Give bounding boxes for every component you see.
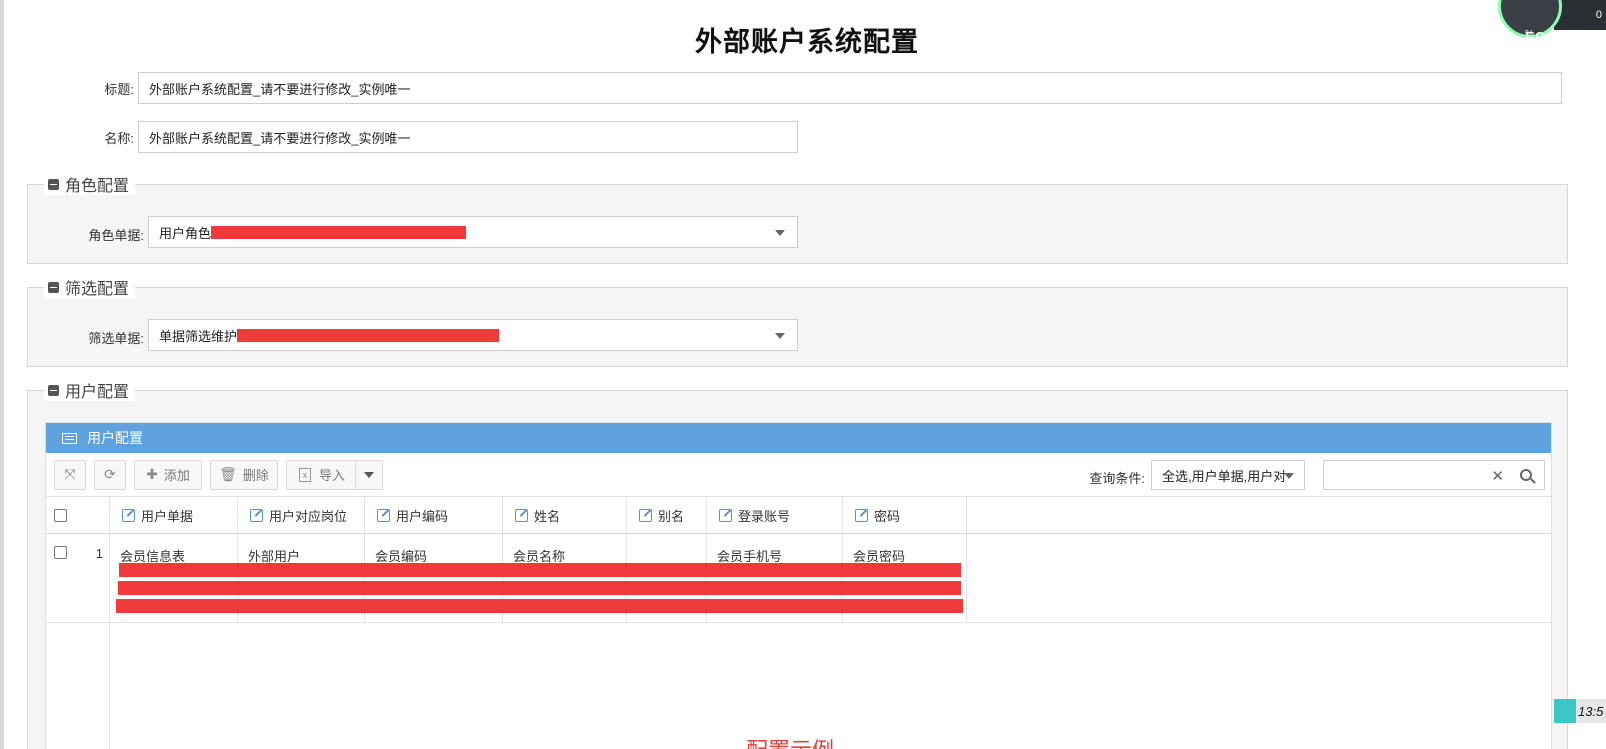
- edit-icon: [515, 508, 528, 522]
- column-divider: [109, 497, 110, 749]
- tray-icon: [1554, 699, 1576, 723]
- refresh-button[interactable]: ⟳: [94, 459, 126, 490]
- taskbar-clock[interactable]: 13:5: [1554, 699, 1606, 723]
- delete-label: 删除: [242, 468, 269, 483]
- add-button[interactable]: ✚ 添加: [134, 459, 202, 490]
- row-checkbox[interactable]: [54, 546, 67, 559]
- row-select-cell: 1: [46, 534, 110, 622]
- role-config-legend[interactable]: 角色配置: [44, 173, 136, 195]
- role-config-title: 角色配置: [65, 178, 130, 195]
- grid-toolbar: ⤧ ⟳ ✚ 添加 🗑 删除 x 导入 查询条件: 全选,用户单据,用户对 ✕: [46, 453, 1551, 497]
- collapse-icon[interactable]: [48, 384, 59, 396]
- user-config-legend[interactable]: 用户配置: [44, 379, 136, 401]
- grid-title-bar: 用户配置: [46, 423, 1551, 453]
- col-header-password[interactable]: 密码: [843, 497, 967, 533]
- col-label: 用户编码: [396, 508, 449, 524]
- trash-icon: 🗑: [219, 466, 237, 482]
- name-label: 名称:: [104, 130, 134, 146]
- clock-text: 13:5: [1578, 703, 1604, 719]
- select-all-cell: [46, 497, 110, 533]
- role-select[interactable]: 用户角色: [148, 216, 798, 248]
- title-input[interactable]: [138, 72, 1562, 104]
- grid-header: 用户单据 用户对应岗位 用户编码 姓名 别名 登录账号 密码: [46, 497, 1551, 534]
- filter-label: 筛选单据:: [88, 331, 144, 346]
- edit-icon: [250, 508, 263, 522]
- col-header-user-post[interactable]: 用户对应岗位: [238, 497, 365, 533]
- role-config-section: 角色配置 角色单据: 用户角色: [27, 173, 1568, 264]
- plus-icon: ✚: [146, 466, 158, 482]
- delete-button[interactable]: 🗑 删除: [210, 459, 278, 490]
- col-header-login[interactable]: 登录账号: [707, 497, 843, 533]
- chevron-down-icon[interactable]: [775, 333, 785, 339]
- user-config-title: 用户配置: [65, 384, 130, 401]
- collapse-icon[interactable]: [48, 281, 59, 293]
- user-config-section: 用户配置 用户配置 ⤧ ⟳ ✚ 添加 🗑 删除 x 导入 查询条件: 全选,用户…: [27, 379, 1568, 749]
- import-button[interactable]: x 导入: [287, 460, 357, 489]
- data-grid: 用户单据 用户对应岗位 用户编码 姓名 别名 登录账号 密码 1 会员信息表 外…: [46, 497, 1551, 749]
- filter-config-legend[interactable]: 筛选配置: [44, 276, 136, 298]
- clear-icon[interactable]: ✕: [1491, 467, 1504, 485]
- chevron-down-icon[interactable]: [1284, 473, 1294, 479]
- import-dropdown-button[interactable]: [356, 461, 382, 489]
- query-label: 查询条件:: [1089, 471, 1145, 486]
- query-select-value: 全选,用户单据,用户对: [1162, 468, 1287, 484]
- filter-select[interactable]: 单据筛选维护: [148, 319, 798, 351]
- user-grid-panel: 用户配置 ⤧ ⟳ ✚ 添加 🗑 删除 x 导入 查询条件: 全选,用户单据,用户…: [45, 422, 1552, 749]
- col-label: 登录账号: [738, 508, 791, 524]
- col-label: 密码: [874, 508, 901, 524]
- search-icon[interactable]: [1520, 469, 1532, 481]
- expand-icon: ⤧: [64, 466, 76, 482]
- list-icon: [62, 432, 77, 444]
- redacted-block: [119, 563, 961, 577]
- example-text: 配置示例: [746, 733, 834, 749]
- edit-icon: [855, 508, 868, 522]
- col-header-user-code[interactable]: 用户编码: [365, 497, 503, 533]
- add-label: 添加: [163, 468, 190, 483]
- page: 外部账户系统配置 标题: 名称: 角色配置 角色单据: 用户角色 筛选配置 筛选…: [0, 0, 1606, 749]
- col-header-name[interactable]: 姓名: [503, 497, 627, 533]
- edit-icon: [639, 508, 652, 522]
- page-title: 外部账户系统配置: [695, 27, 919, 57]
- select-all-checkbox[interactable]: [54, 508, 67, 522]
- filter-config-section: 筛选配置 筛选单据: 单据筛选维护: [27, 276, 1568, 367]
- redacted-block: [116, 599, 963, 613]
- role-select-value: 用户角色: [159, 225, 212, 241]
- col-header-user-doc[interactable]: 用户单据: [110, 497, 238, 533]
- import-split-button: x 导入: [286, 459, 384, 490]
- redacted-block: [211, 225, 467, 239]
- fullscreen-button[interactable]: ⤧: [54, 459, 86, 490]
- col-label: 用户对应岗位: [269, 508, 348, 524]
- filter-config-title: 筛选配置: [65, 281, 130, 298]
- col-header-alias[interactable]: 别名: [627, 497, 707, 533]
- title-label: 标题:: [104, 81, 134, 97]
- col-label: 别名: [658, 508, 685, 524]
- grid-title: 用户配置: [87, 430, 143, 446]
- excel-icon: x: [299, 467, 311, 482]
- row-number: 1: [95, 546, 103, 561]
- col-label: 用户单据: [141, 508, 194, 524]
- col-label: 姓名: [534, 508, 561, 524]
- network-speed-value: 0: [1595, 9, 1602, 21]
- search-input[interactable]: ✕: [1323, 460, 1545, 490]
- cpu-percent-unit: %: [1525, 29, 1534, 40]
- redacted-block: [237, 328, 500, 342]
- name-input[interactable]: [138, 121, 798, 153]
- edit-icon: [377, 508, 390, 522]
- collapse-icon[interactable]: [48, 178, 59, 190]
- title-row: 标题:: [4, 72, 1562, 104]
- filter-select-value: 单据筛选维护: [159, 328, 238, 344]
- chevron-down-icon[interactable]: [775, 230, 785, 236]
- query-select[interactable]: 全选,用户单据,用户对: [1151, 460, 1305, 490]
- edit-icon: [719, 508, 732, 522]
- import-label: 导入: [319, 468, 346, 483]
- refresh-icon: ⟳: [104, 466, 116, 482]
- redacted-block: [118, 581, 961, 595]
- role-label: 角色单据:: [88, 228, 144, 243]
- name-row: 名称:: [4, 121, 798, 153]
- caret-down-icon: [364, 471, 375, 478]
- edit-icon: [122, 508, 135, 522]
